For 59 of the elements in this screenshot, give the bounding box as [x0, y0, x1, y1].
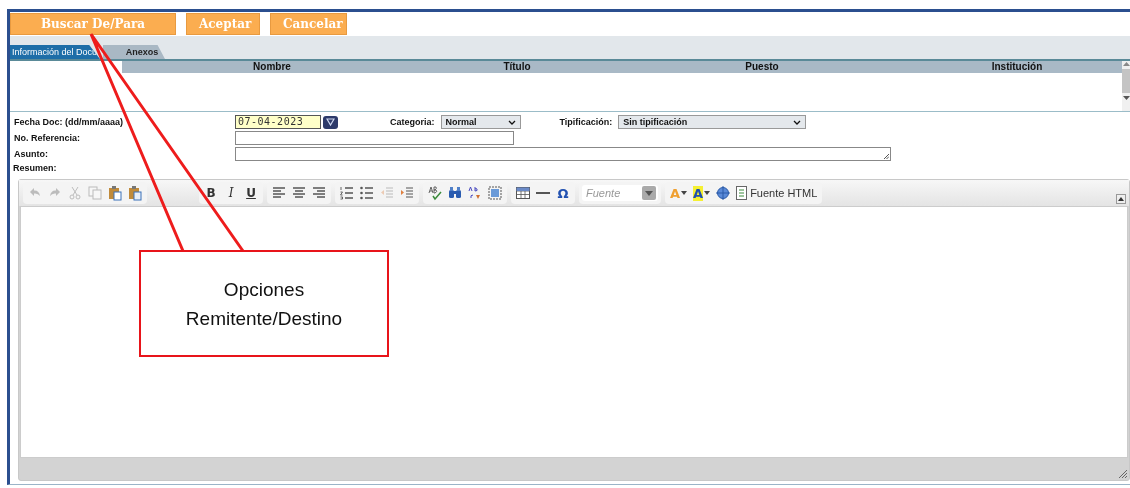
tab[interactable]: Anexos	[103, 45, 165, 59]
copy-icon	[87, 185, 103, 201]
field-label: Tipificación:	[559, 117, 613, 127]
tab[interactable]: Información del Docu.	[10, 45, 100, 59]
column-header[interactable]: Nombre	[122, 61, 422, 73]
field-label: Categoria:	[390, 117, 435, 127]
type-select[interactable]: Sin tipificación	[618, 115, 807, 129]
document-icon	[736, 186, 748, 200]
source-button[interactable]: Fuente HTML	[734, 186, 820, 200]
table-icon	[515, 185, 531, 201]
binoculars-icon	[447, 185, 463, 201]
spellcheck-icon	[427, 185, 443, 201]
underline-button[interactable]: U	[242, 184, 260, 202]
italic-button[interactable]: I	[222, 184, 240, 202]
indent-icon	[399, 185, 415, 201]
bullet-list-button[interactable]	[358, 184, 376, 202]
callout-text: Opciones Remitente/Destino	[184, 277, 344, 331]
input-field[interactable]	[235, 131, 514, 145]
field-label: No. Referencia:	[14, 133, 82, 143]
bold-button[interactable]: B	[202, 184, 220, 202]
text-area[interactable]	[235, 147, 891, 161]
spellcheck-button[interactable]	[426, 184, 444, 202]
horizontal-rule-icon	[536, 192, 550, 194]
scissors-icon	[67, 185, 83, 201]
clipboard-button[interactable]	[126, 184, 144, 202]
table-button[interactable]	[514, 184, 532, 202]
select-all-button[interactable]	[486, 184, 504, 202]
align-center-icon	[291, 185, 307, 201]
column-header[interactable]: Institución	[912, 61, 1122, 73]
chevron-down-icon	[793, 119, 802, 125]
show-blocks-button[interactable]	[714, 184, 733, 202]
field-label: Fecha Doc: (dd/mm/aaaa)	[14, 117, 125, 127]
date-picker-button[interactable]	[323, 115, 338, 129]
field-label: Asunto:	[14, 149, 49, 159]
numbered-list-icon	[339, 185, 355, 201]
field-label: Resumen:	[13, 162, 57, 173]
numbered-list-button[interactable]	[338, 184, 356, 202]
caret-icon	[704, 191, 711, 195]
date-field[interactable]: 07-04-2023	[235, 115, 321, 129]
bullet-list-icon	[359, 185, 375, 201]
caret-icon	[681, 191, 688, 195]
column-header[interactable]: Título	[422, 61, 612, 73]
align-right-icon	[311, 185, 327, 201]
scroll-down-icon[interactable]	[1123, 96, 1130, 101]
category-select[interactable]: Normal	[440, 115, 521, 129]
align-left-icon	[271, 185, 287, 201]
resize-grip-icon	[1117, 468, 1127, 478]
globe-icon	[715, 185, 732, 201]
caret-icon	[645, 190, 653, 196]
chevron-down-icon	[507, 119, 516, 125]
clipboard-icon	[107, 185, 123, 201]
clipboard-icon	[127, 185, 143, 201]
select-all-icon	[487, 185, 503, 201]
column-header[interactable]: Puesto	[612, 61, 912, 73]
resize-grip-icon	[883, 153, 889, 159]
outdent-icon	[379, 185, 395, 201]
collapse-button[interactable]	[1116, 194, 1126, 204]
scrollbar[interactable]	[1122, 61, 1130, 111]
clipboard-button[interactable]	[106, 184, 124, 202]
